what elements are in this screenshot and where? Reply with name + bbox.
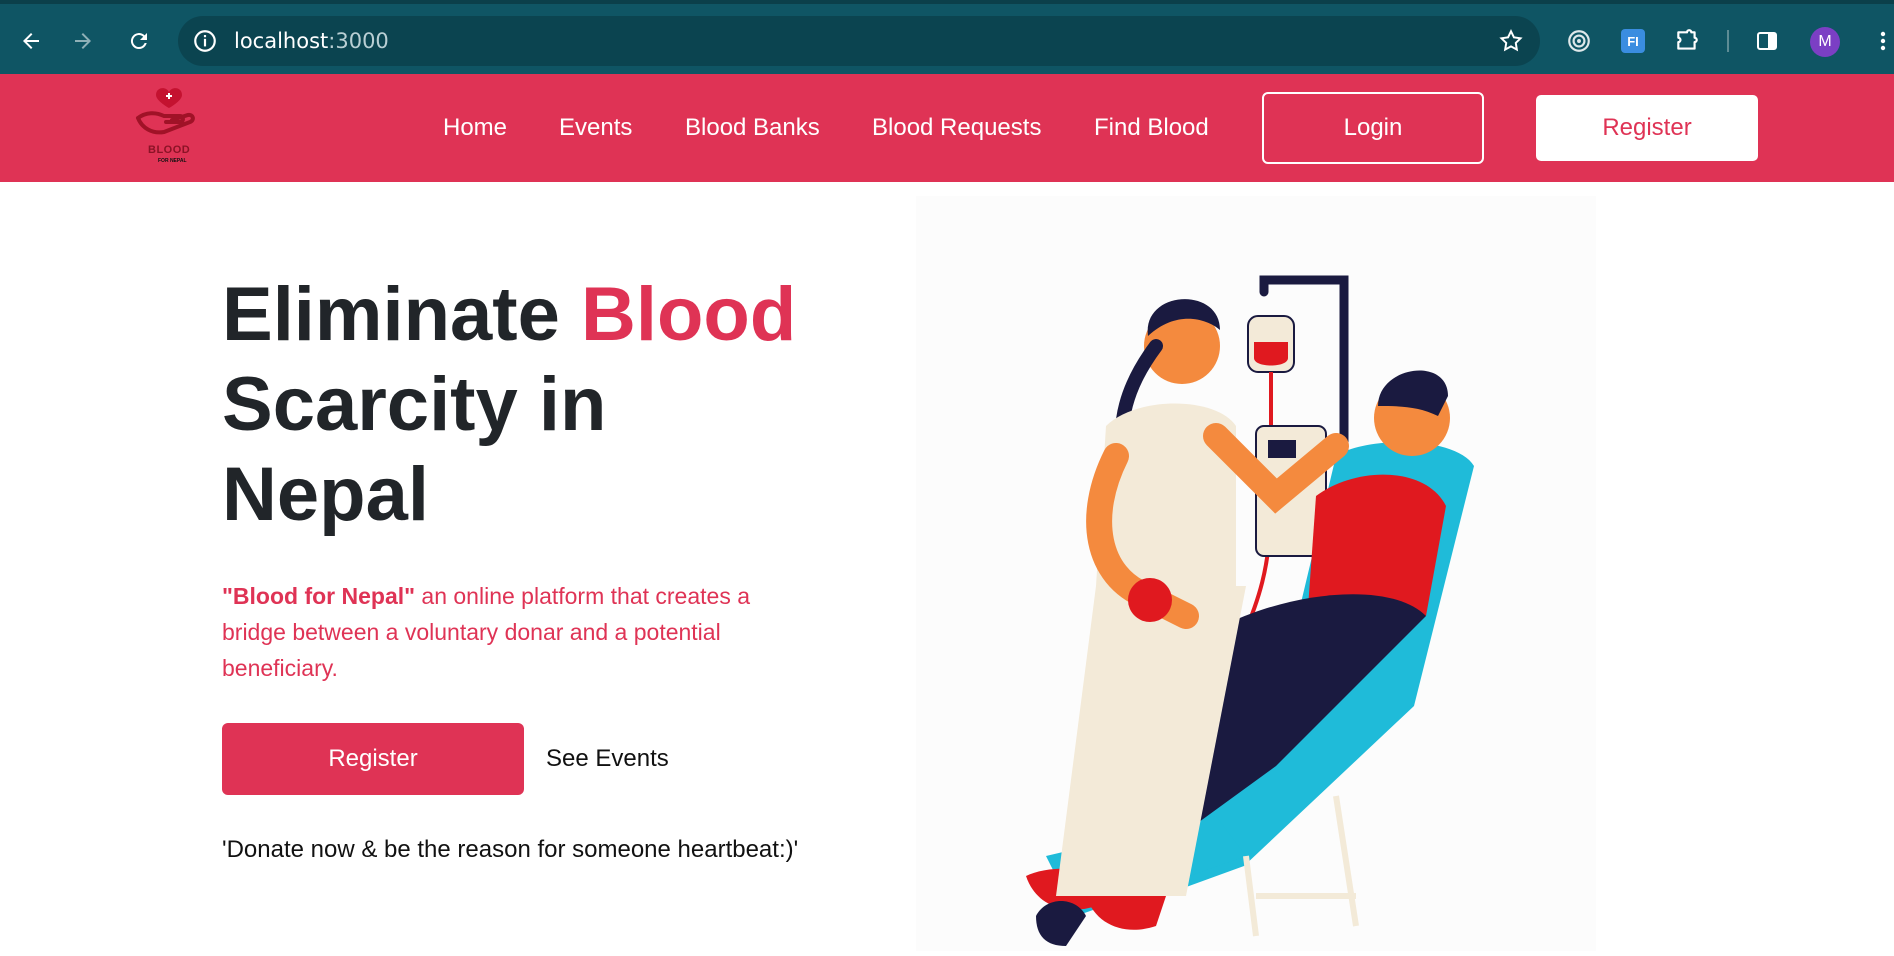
nav-blood-requests[interactable]: Blood Requests xyxy=(872,114,1041,142)
hero-register-button[interactable]: Register xyxy=(222,723,524,795)
reload-button[interactable] xyxy=(122,24,156,58)
url-port: :3000 xyxy=(328,29,389,53)
hero-title-part2: Scarcity in xyxy=(222,362,607,447)
hero-title: Eliminate Blood Scarcity in Nepal xyxy=(222,270,862,540)
nav-home[interactable]: Home xyxy=(443,114,507,142)
url-text[interactable]: localhost:3000 xyxy=(234,29,389,53)
star-icon[interactable] xyxy=(1498,28,1524,54)
info-icon[interactable] xyxy=(192,28,218,54)
url-host: localhost xyxy=(234,29,329,53)
site-logo[interactable]: BLOOD FOR NEPAL xyxy=(132,84,206,170)
nav-events[interactable]: Events xyxy=(559,114,632,142)
menu-dots-icon[interactable] xyxy=(1868,26,1894,56)
extension-fi-icon[interactable]: FI xyxy=(1618,26,1648,56)
extensions-puzzle-icon[interactable] xyxy=(1672,26,1702,56)
login-button[interactable]: Login xyxy=(1262,92,1484,164)
extension-target-icon[interactable] xyxy=(1564,26,1594,56)
see-events-link[interactable]: See Events xyxy=(546,745,669,773)
nav-blood-banks[interactable]: Blood Banks xyxy=(685,114,820,142)
avatar-letter: M xyxy=(1818,33,1832,50)
forward-button[interactable] xyxy=(66,24,100,58)
back-button[interactable] xyxy=(14,24,48,58)
nav-find-blood[interactable]: Find Blood xyxy=(1094,114,1209,142)
browser-toolbar: localhost:3000 FI M xyxy=(0,0,1894,74)
toolbar-divider xyxy=(1727,30,1729,52)
address-bar[interactable]: localhost:3000 xyxy=(178,16,1540,66)
site-header: BLOOD FOR NEPAL Home Events Blood Banks … xyxy=(0,74,1894,182)
hero-description-bold: "Blood for Nepal" xyxy=(222,583,416,609)
blood-donation-illustration xyxy=(916,196,1596,951)
hero-description: "Blood for Nepal" an online platform tha… xyxy=(222,578,802,686)
extension-fi-label: FI xyxy=(1621,29,1645,53)
arrow-right-icon xyxy=(75,33,91,49)
reload-icon xyxy=(130,33,147,50)
arrow-left-icon xyxy=(23,33,39,49)
donation-scene-image xyxy=(1026,275,1474,946)
profile-avatar[interactable]: M xyxy=(1810,27,1840,57)
logo-text: BLOOD xyxy=(148,144,191,156)
hero-title-part3: Nepal xyxy=(222,452,429,537)
side-panel-icon[interactable] xyxy=(1752,26,1782,56)
hero-title-part1: Eliminate xyxy=(222,272,581,357)
heart-hand-logo-icon xyxy=(136,88,195,135)
hero-title-accent: Blood xyxy=(581,272,797,357)
logo-subtext: FOR NEPAL xyxy=(158,158,187,164)
header-register-button[interactable]: Register xyxy=(1536,95,1758,161)
hero-tagline: 'Donate now & be the reason for someone … xyxy=(222,836,799,863)
